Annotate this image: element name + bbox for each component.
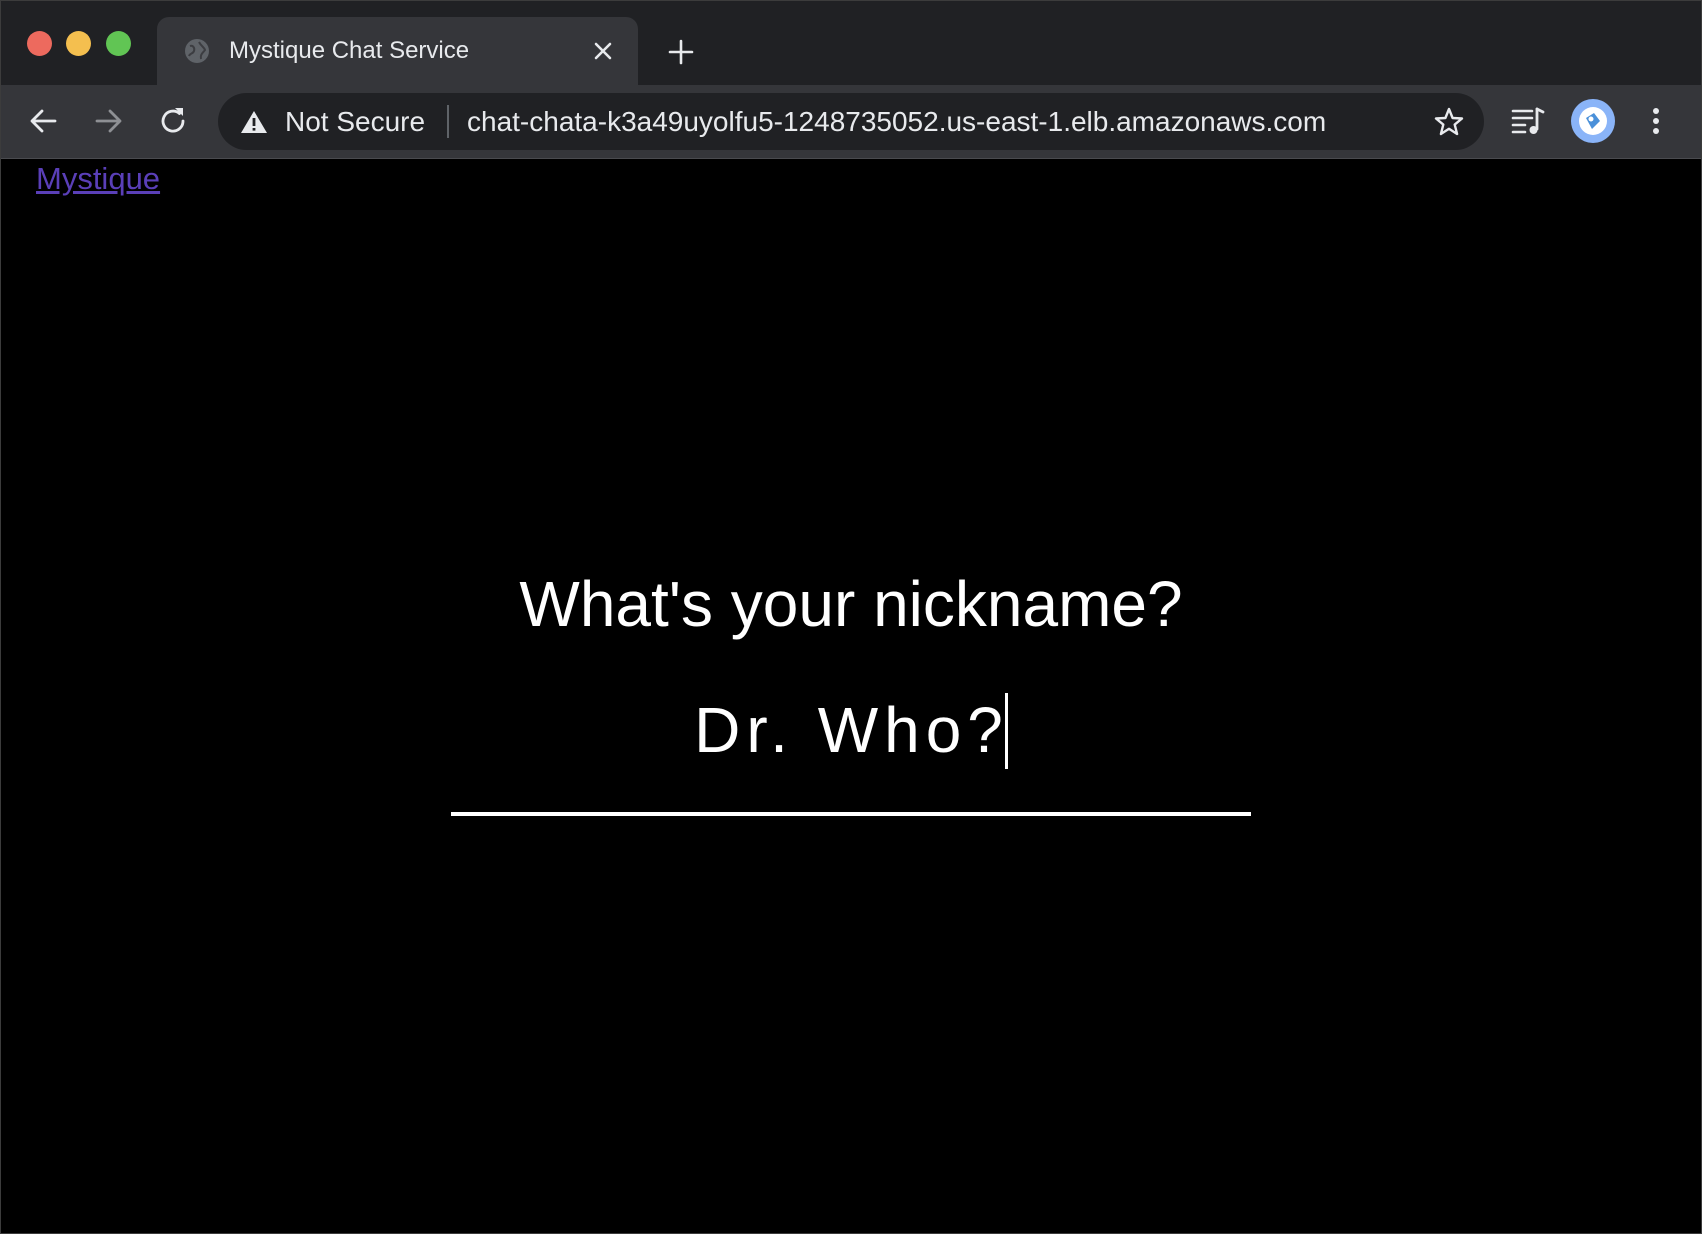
warning-triangle-icon[interactable] bbox=[240, 109, 268, 135]
maximize-window-button[interactable] bbox=[106, 31, 131, 56]
address-bar[interactable]: Not Secure chat-chata-k3a49uyolfu5-12487… bbox=[218, 93, 1484, 150]
avatar[interactable] bbox=[1571, 99, 1615, 143]
profile-icon bbox=[1574, 102, 1612, 140]
url-text[interactable]: chat-chata-k3a49uyolfu5-1248735052.us-ea… bbox=[467, 107, 1326, 137]
minimize-window-button[interactable] bbox=[66, 31, 91, 56]
close-window-button[interactable] bbox=[27, 31, 52, 56]
text-caret bbox=[1004, 693, 1008, 770]
kebab-menu-icon[interactable] bbox=[1644, 103, 1668, 139]
media-control-icon[interactable] bbox=[1510, 103, 1546, 139]
close-tab-icon[interactable] bbox=[590, 38, 616, 64]
reload-icon[interactable] bbox=[155, 103, 191, 139]
page-content: Mystique What's your nickname? Dr. Who? bbox=[0, 159, 1702, 1234]
tab-title: Mystique Chat Service bbox=[229, 37, 470, 64]
arrow-right-icon[interactable] bbox=[90, 103, 126, 139]
nickname-prompt: What's your nickname? bbox=[519, 568, 1183, 640]
globe-icon bbox=[185, 39, 209, 63]
nickname-value: Dr. Who? bbox=[694, 694, 1009, 766]
tab-strip: Mystique Chat Service bbox=[0, 0, 1702, 85]
arrow-left-icon[interactable] bbox=[26, 103, 62, 139]
browser-window: Mystique Chat Service Not Secure chat-ch… bbox=[0, 0, 1702, 1234]
nickname-input[interactable]: Dr. Who? bbox=[451, 689, 1251, 771]
nickname-input-underline bbox=[451, 812, 1251, 816]
brand-link[interactable]: Mystique bbox=[36, 159, 160, 199]
tab-active[interactable]: Mystique Chat Service bbox=[157, 17, 638, 85]
plus-icon[interactable] bbox=[665, 36, 697, 68]
address-bar-divider bbox=[447, 105, 449, 138]
security-status-label[interactable]: Not Secure bbox=[285, 107, 425, 137]
browser-toolbar: Not Secure chat-chata-k3a49uyolfu5-12487… bbox=[0, 85, 1702, 159]
star-icon[interactable] bbox=[1433, 106, 1465, 138]
